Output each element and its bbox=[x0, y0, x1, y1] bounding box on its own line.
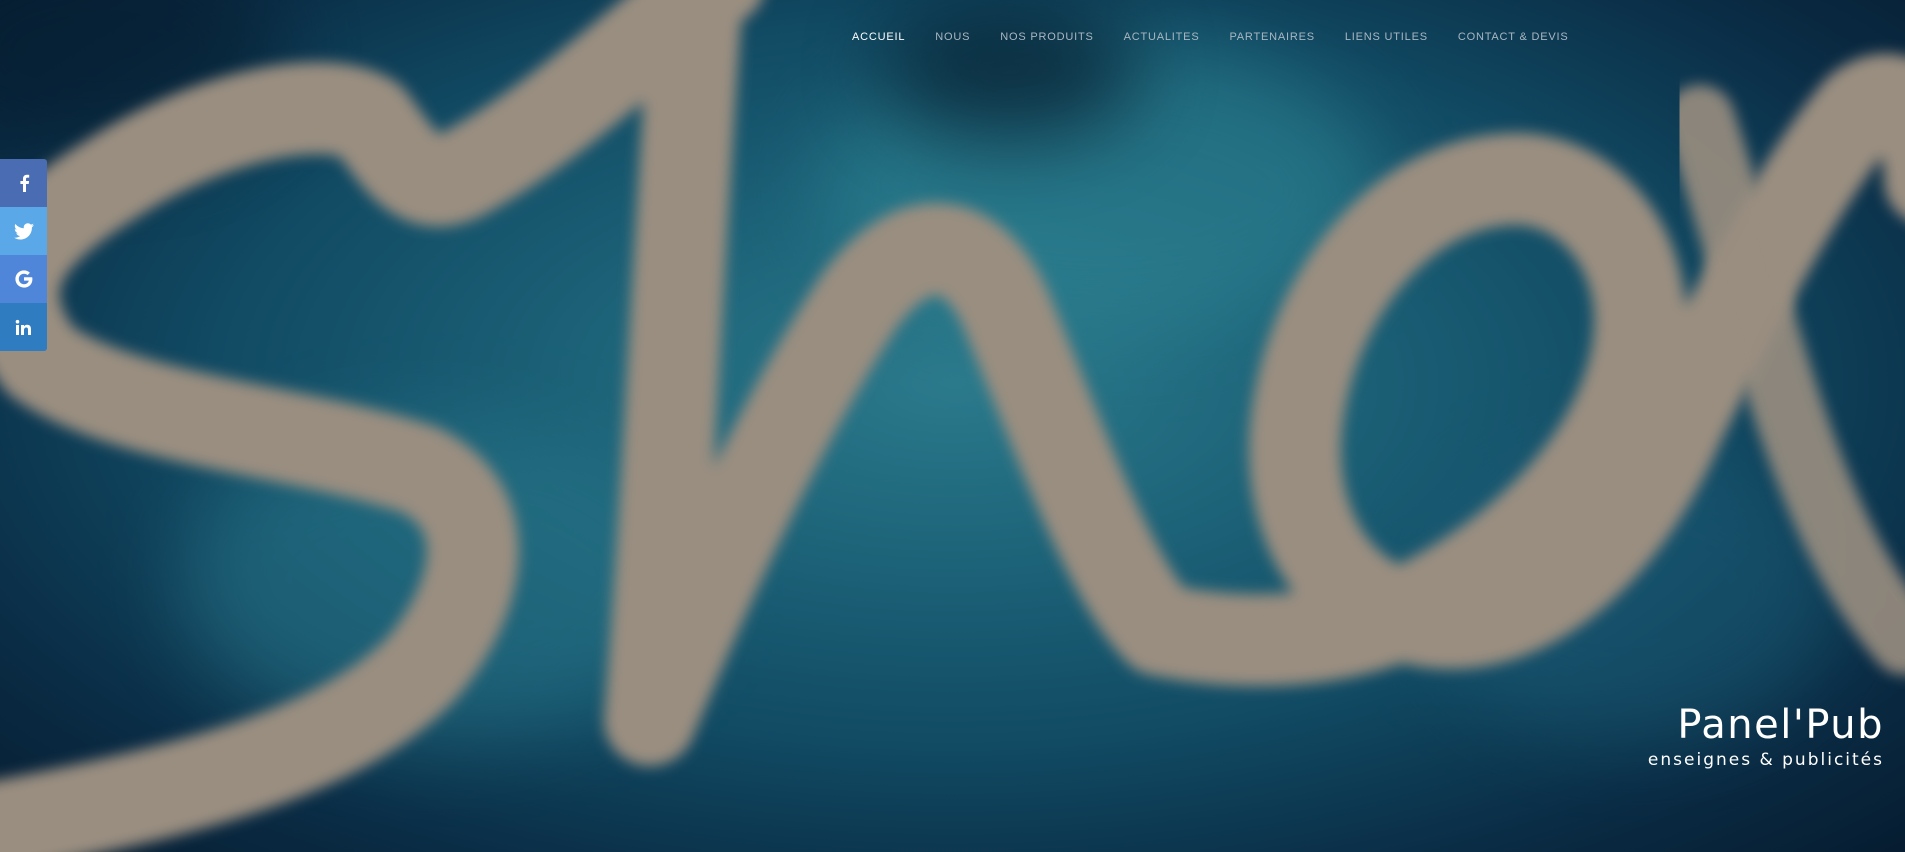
script-lettering-graphic bbox=[0, 0, 1905, 852]
nav-item-nous[interactable]: NOUS bbox=[935, 31, 970, 43]
nav-item-accueil[interactable]: ACCUEIL bbox=[852, 31, 905, 43]
nav-item-partenaires[interactable]: PARTENAIRES bbox=[1229, 31, 1314, 43]
brand-subtitle: enseignes & publicités bbox=[1647, 750, 1884, 770]
twitter-icon bbox=[13, 222, 34, 239]
google-share-button[interactable] bbox=[0, 255, 47, 303]
google-icon bbox=[14, 270, 32, 288]
social-share-bar bbox=[0, 159, 47, 351]
facebook-share-button[interactable] bbox=[0, 159, 47, 207]
twitter-share-button[interactable] bbox=[0, 207, 47, 255]
nav-item-actualites[interactable]: ACTUALITES bbox=[1124, 31, 1200, 43]
nav-item-liens-utiles[interactable]: LIENS UTILES bbox=[1345, 31, 1428, 43]
brand-title: Panel'Pub bbox=[1677, 702, 1884, 748]
nav-item-nos-produits[interactable]: NOS PRODUITS bbox=[1000, 31, 1093, 43]
nav-item-contact-devis[interactable]: CONTACT & DEVIS bbox=[1458, 31, 1569, 43]
linkedin-share-button[interactable] bbox=[0, 303, 47, 351]
main-navigation: ACCUEIL NOUS NOS PRODUITS ACTUALITES PAR… bbox=[852, 31, 1598, 43]
hero-banner: ACCUEIL NOUS NOS PRODUITS ACTUALITES PAR… bbox=[0, 0, 1905, 852]
facebook-icon bbox=[19, 174, 29, 192]
linkedin-icon bbox=[15, 319, 31, 335]
brand-block: Panel'Pub enseignes & publicités bbox=[1648, 703, 1884, 771]
